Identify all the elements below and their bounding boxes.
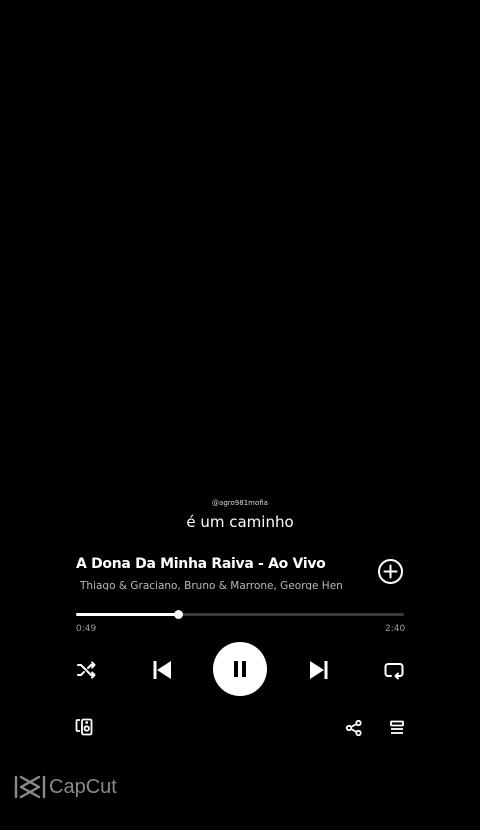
progress-fill [76, 613, 178, 616]
previous-button[interactable] [149, 657, 175, 683]
connect-devices-button[interactable] [73, 716, 95, 738]
progress-thumb[interactable] [173, 610, 183, 619]
queue-button[interactable] [387, 718, 407, 738]
skip-next-icon [310, 661, 328, 679]
repeat-button[interactable] [382, 658, 406, 682]
repeat-icon [384, 663, 404, 680]
shuffle-icon [77, 661, 96, 679]
pause-button[interactable] [213, 642, 267, 696]
add-to-library-button[interactable] [377, 558, 404, 585]
track-title[interactable]: A Dona Da Minha Raiva - Ao Vivo [76, 556, 326, 572]
track-artists[interactable]: Thiago & Graciano, Bruno & Marrone, Geor… [80, 580, 342, 590]
track-artists-container: Thiago & Graciano, Bruno & Marrone, Geor… [80, 574, 342, 590]
add-circle-icon [378, 559, 403, 584]
connect-devices-icon [75, 718, 93, 736]
capcut-watermark: CapCut [14, 774, 117, 800]
lyric-handle: @agro981mofia [212, 499, 268, 507]
skip-previous-icon [153, 661, 171, 679]
share-icon [345, 719, 362, 737]
progress-bar[interactable] [76, 610, 404, 619]
elapsed-time: 0:49 [76, 624, 97, 634]
next-button[interactable] [306, 657, 332, 683]
capcut-logo-icon [14, 775, 46, 799]
capcut-wordmark: CapCut [49, 775, 117, 798]
queue-icon [390, 720, 404, 734]
total-time: 2:40 [385, 624, 406, 634]
pause-icon [234, 661, 246, 677]
share-button[interactable] [344, 718, 364, 738]
lyric-line: é um caminho [186, 513, 294, 531]
shuffle-button[interactable] [74, 658, 98, 682]
